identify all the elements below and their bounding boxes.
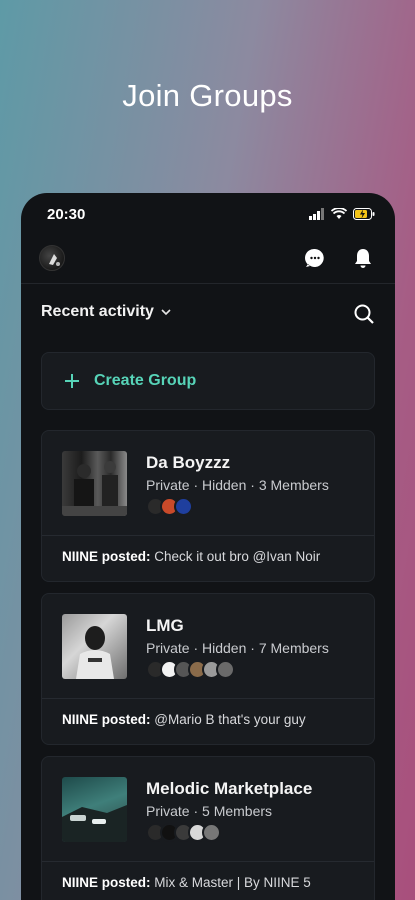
group-thumbnail	[62, 777, 127, 842]
post-text: @Mario B that's your guy	[154, 712, 306, 727]
group-card-melodic-marketplace[interactable]: Melodic Marketplace Private · 5 Members …	[41, 756, 375, 900]
avatar-icon	[49, 254, 60, 266]
post-text: Mix & Master | By NIINE 5	[154, 875, 311, 890]
group-thumbnail	[62, 451, 127, 516]
header-divider	[21, 283, 395, 284]
profile-avatar[interactable]	[39, 245, 65, 271]
group-card-da-boyzzz[interactable]: Da Boyzzz Private · Hidden · 3 Members N…	[41, 430, 375, 582]
post-author: NIINE posted:	[62, 549, 151, 564]
bell-icon[interactable]	[352, 247, 374, 269]
signal-icon	[309, 208, 324, 220]
post-author: NIINE posted:	[62, 875, 151, 890]
card-divider	[42, 698, 374, 699]
group-photo	[62, 461, 127, 516]
status-bar: 20:30	[21, 193, 395, 237]
status-time: 20:30	[47, 206, 86, 223]
chat-icon[interactable]	[304, 247, 326, 269]
group-thumbnail	[62, 614, 127, 679]
app-bar	[21, 237, 395, 285]
post-author: NIINE posted:	[62, 712, 151, 727]
card-divider	[42, 861, 374, 862]
page-headline: Join Groups	[122, 78, 293, 113]
member-avatar	[202, 823, 221, 842]
member-avatars	[146, 823, 221, 842]
member-avatar	[174, 497, 193, 516]
latest-post: NIINE posted: @Mario B that's your guy	[62, 712, 306, 727]
activity-filter-dropdown[interactable]: Recent activity	[41, 303, 375, 321]
search-icon[interactable]	[353, 303, 375, 325]
wifi-icon	[331, 208, 347, 219]
group-meta: Private · 5 Members	[146, 803, 273, 819]
create-group-button[interactable]: Create Group	[41, 352, 375, 410]
phone-frame: 20:30 Recent activity Create Group Da Bo…	[21, 193, 395, 900]
plus-icon	[65, 374, 79, 388]
member-avatars	[146, 497, 193, 516]
create-group-label: Create Group	[94, 372, 197, 389]
group-photo	[76, 626, 114, 679]
activity-filter-label: Recent activity	[41, 303, 154, 320]
group-photo	[62, 805, 127, 842]
member-avatar	[216, 660, 235, 679]
status-icons	[309, 208, 375, 220]
group-name: Da Boyzzz	[146, 453, 231, 472]
group-name: LMG	[146, 616, 184, 635]
filter-row: Recent activity	[41, 303, 375, 331]
chevron-down-icon	[161, 309, 171, 316]
latest-post: NIINE posted: Mix & Master | By NIINE 5	[62, 875, 311, 890]
group-meta: Private · Hidden · 7 Members	[146, 640, 329, 656]
card-divider	[42, 535, 374, 536]
group-card-lmg[interactable]: LMG Private · Hidden · 7 Members NIINE p…	[41, 593, 375, 745]
latest-post: NIINE posted: Check it out bro @Ivan Noi…	[62, 549, 320, 564]
group-meta: Private · Hidden · 3 Members	[146, 477, 329, 493]
post-text: Check it out bro @Ivan Noir	[154, 549, 321, 564]
battery-charging-icon	[353, 208, 375, 220]
group-name: Melodic Marketplace	[146, 779, 313, 798]
member-avatars	[146, 660, 235, 679]
